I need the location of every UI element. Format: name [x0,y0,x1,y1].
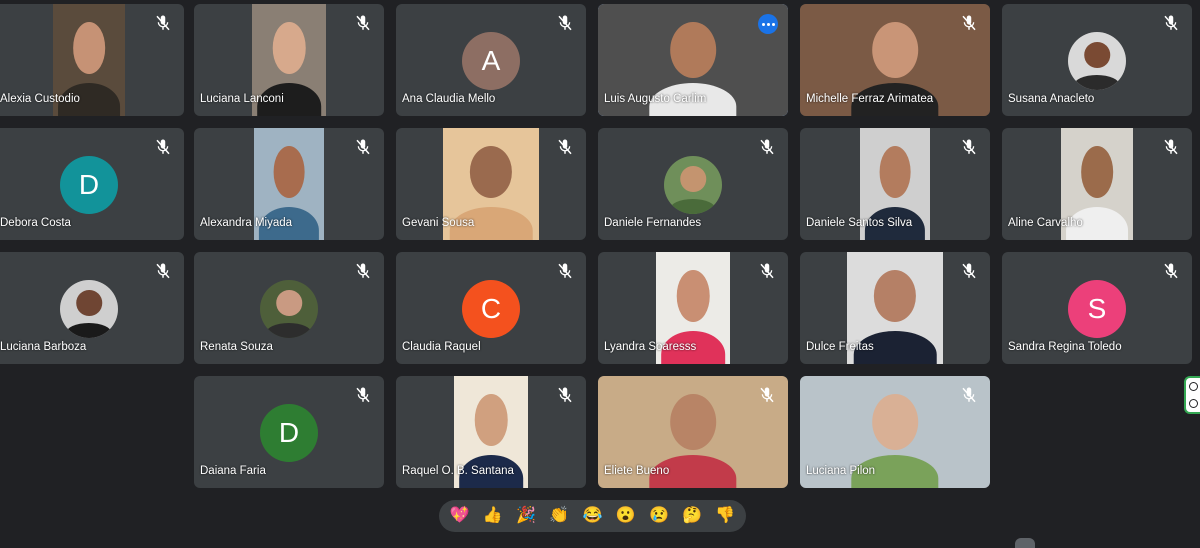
participant-tile[interactable]: D Debora Costa [0,128,184,240]
participant-name: Eliete Bueno [604,465,670,477]
participant-name: Luciana Pilon [806,465,876,477]
participant-tile[interactable]: D Daiana Faria [194,376,384,488]
reaction-bar: 💖 👍 🎉 👏 😂 😮 😢 🤔 👎 [439,500,746,532]
avatar-initial: D [60,156,118,214]
reaction-sparkling-heart-icon[interactable]: 💖 [450,508,470,524]
participant-tile[interactable]: Daniele Fernandes [598,128,788,240]
participant-name: Susana Anacleto [1008,93,1095,105]
participant-tile[interactable]: C Claudia Raquel [396,252,586,364]
reaction-thinking-icon[interactable]: 🤔 [682,508,702,524]
mic-muted-icon [1162,14,1180,32]
participant-tile[interactable]: A Ana Claudia Mello [396,4,586,116]
reaction-party-popper-icon[interactable]: 🎉 [516,508,536,524]
participant-name: Dulce Freitas [806,341,874,353]
avatar-initial: A [462,32,520,90]
more-options-icon[interactable] [758,14,778,34]
mic-muted-icon [354,14,372,32]
mic-muted-icon [354,138,372,156]
mic-muted-icon [154,14,172,32]
avatar-photo [664,156,722,214]
participant-name: Alexandra Miyada [200,217,293,229]
reaction-sad-icon[interactable]: 😢 [649,508,669,524]
participant-name: Luis Augusto Carlim [604,93,707,105]
scroll-indicator [1015,538,1035,548]
participant-name: Luciana Lanconi [200,93,284,105]
participant-tile[interactable]: Luciana Lanconi [194,4,384,116]
participant-name: Renata Souza [200,341,273,353]
extension-icon[interactable] [1188,399,1198,408]
avatar-photo [60,280,118,338]
participant-tile[interactable]: Luis Augusto Carlim [598,4,788,116]
mic-muted-icon [154,262,172,280]
mic-muted-icon [354,262,372,280]
participant-name: Daniele Santos Silva [806,217,913,229]
participant-tile[interactable]: Michelle Ferraz Arimatea [800,4,990,116]
participant-name: Alexia Custodio [0,93,80,105]
participant-tile[interactable]: Gevani Sousa [396,128,586,240]
side-extension-widget[interactable] [1184,376,1200,414]
participant-name: Claudia Raquel [402,341,481,353]
mic-muted-icon [1162,262,1180,280]
participant-name: Sandra Regina Toledo [1008,341,1122,353]
participant-name: Michelle Ferraz Arimatea [806,93,934,105]
reaction-clapping-icon[interactable]: 👏 [549,508,569,524]
mic-muted-icon [556,386,574,404]
reaction-surprised-icon[interactable]: 😮 [616,508,636,524]
avatar-initial: C [462,280,520,338]
participant-tile[interactable]: Eliete Bueno [598,376,788,488]
participant-tile[interactable]: Renata Souza [194,252,384,364]
mic-muted-icon [960,14,978,32]
participant-tile[interactable]: Luciana Pilon [800,376,990,488]
participant-name: Debora Costa [0,217,71,229]
mic-muted-icon [960,138,978,156]
mic-muted-icon [758,262,776,280]
participant-name: Aline Carvalho [1008,217,1083,229]
avatar-initial: D [260,404,318,462]
mic-muted-icon [556,14,574,32]
avatar-photo [1068,32,1126,90]
mic-muted-icon [758,138,776,156]
participant-tile[interactable]: Susana Anacleto [1002,4,1192,116]
participant-name: Ana Claudia Mello [402,93,496,105]
mic-muted-icon [960,262,978,280]
participant-tile[interactable]: Luciana Barboza [0,252,184,364]
mic-muted-icon [1162,138,1180,156]
mic-muted-icon [154,138,172,156]
participant-name: Daniele Fernandes [604,217,702,229]
reaction-thumbs-up-icon[interactable]: 👍 [483,508,503,524]
close-icon[interactable] [1188,382,1198,391]
mic-muted-icon [354,386,372,404]
participant-name: Daiana Faria [200,465,266,477]
participant-tile[interactable]: Raquel O. B. Santana [396,376,586,488]
participant-name: Gevani Sousa [402,217,475,229]
avatar-initial: S [1068,280,1126,338]
mic-muted-icon [960,386,978,404]
participant-tile[interactable]: S Sandra Regina Toledo [1002,252,1192,364]
participant-tile[interactable]: Dulce Freitas [800,252,990,364]
reaction-thumbs-down-icon[interactable]: 👎 [715,508,735,524]
participant-tile[interactable]: Aline Carvalho [1002,128,1192,240]
participant-tile[interactable]: Daniele Santos Silva [800,128,990,240]
participant-name: Lyandra Soaresss [604,341,697,353]
mic-muted-icon [556,138,574,156]
avatar-photo [260,280,318,338]
participant-tile[interactable]: Alexandra Miyada [194,128,384,240]
mic-muted-icon [758,386,776,404]
participant-tile[interactable]: Alexia Custodio [0,4,184,116]
participant-name: Luciana Barboza [0,341,87,353]
participant-name: Raquel O. B. Santana [402,465,514,477]
participant-tile[interactable]: Lyandra Soaresss [598,252,788,364]
mic-muted-icon [556,262,574,280]
reaction-tears-of-joy-icon[interactable]: 😂 [583,508,603,524]
